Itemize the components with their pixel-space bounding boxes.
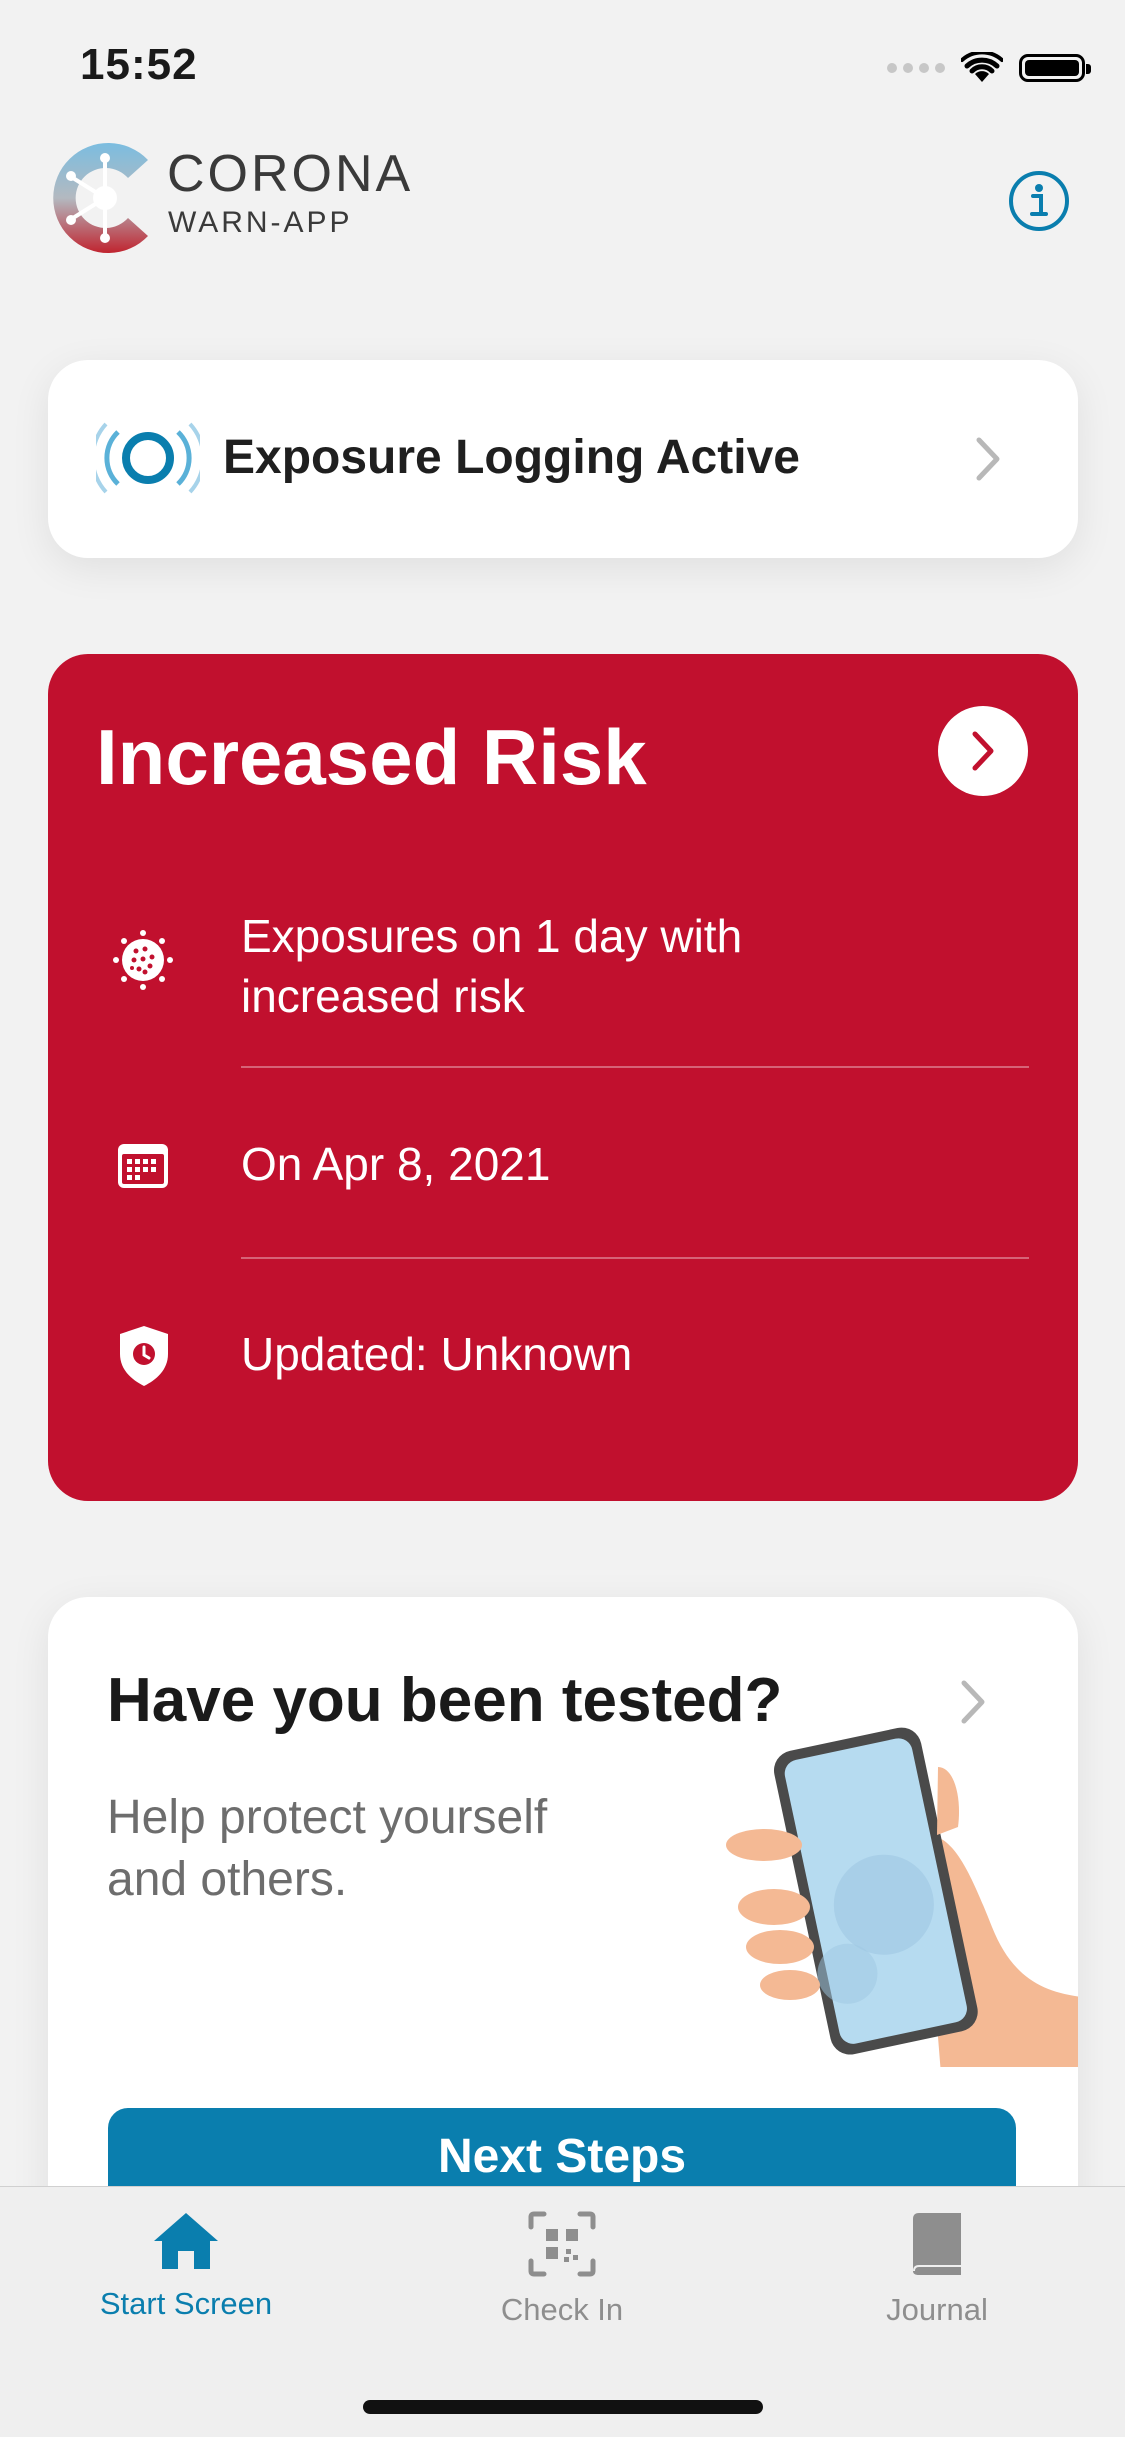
tested-description-line2: and others. bbox=[107, 1853, 348, 1906]
risk-exposures-line2: increased risk bbox=[241, 970, 525, 1022]
risk-date-text: On Apr 8, 2021 bbox=[241, 1138, 551, 1190]
tab-start-screen[interactable]: Start Screen bbox=[36, 2211, 336, 2322]
virus-icon bbox=[113, 930, 173, 990]
chevron-right-icon bbox=[972, 731, 994, 771]
tested-title: Have you been tested? bbox=[107, 1666, 783, 1735]
corona-warn-app-logo-icon bbox=[53, 143, 148, 253]
status-time: 15:52 bbox=[80, 40, 198, 89]
chevron-right-icon bbox=[961, 1680, 985, 1724]
calendar-icon bbox=[118, 1144, 168, 1188]
risk-card[interactable]: Increased Risk Exposures on 1 day with i… bbox=[48, 654, 1078, 1501]
risk-title: Increased Risk bbox=[96, 713, 647, 801]
home-icon bbox=[154, 2213, 218, 2269]
book-icon bbox=[913, 2213, 961, 2275]
cellular-signal-icon bbox=[887, 63, 945, 73]
wifi-icon bbox=[961, 52, 1003, 82]
chevron-right-icon bbox=[976, 437, 1000, 481]
risk-details-button[interactable] bbox=[938, 706, 1028, 796]
home-indicator[interactable] bbox=[363, 2400, 763, 2414]
tab-label: Start Screen bbox=[99, 2286, 273, 2321]
tab-journal[interactable]: Journal bbox=[787, 2211, 1087, 2328]
app-subtitle: WARN-APP bbox=[168, 206, 353, 239]
battery-icon bbox=[1019, 54, 1091, 82]
shield-clock-icon bbox=[120, 1326, 168, 1386]
exposure-logging-card[interactable]: Exposure Logging Active bbox=[48, 360, 1078, 558]
app-title: CORONA bbox=[167, 145, 414, 203]
risk-exposures-text: Exposures on 1 day with increased risk bbox=[241, 906, 742, 1026]
tested-description: Help protect yourself and others. bbox=[107, 1787, 547, 1911]
risk-row-divider bbox=[241, 1066, 1029, 1068]
exposure-logging-label: Exposure Logging Active bbox=[223, 431, 800, 484]
info-icon[interactable] bbox=[1008, 170, 1070, 232]
hand-holding-phone-illustration bbox=[726, 1727, 1078, 2067]
tab-check-in[interactable]: Check In bbox=[412, 2211, 712, 2328]
qr-code-icon bbox=[528, 2211, 596, 2277]
risk-row-divider bbox=[241, 1257, 1029, 1259]
tab-label: Check In bbox=[500, 2292, 624, 2327]
status-icons bbox=[887, 52, 1091, 84]
tab-label: Journal bbox=[886, 2292, 988, 2327]
exposure-logging-icon bbox=[96, 422, 200, 494]
risk-updated-text: Updated: Unknown bbox=[241, 1328, 633, 1380]
tested-description-line1: Help protect yourself bbox=[107, 1791, 548, 1844]
risk-exposures-line1: Exposures on 1 day with bbox=[241, 910, 743, 962]
